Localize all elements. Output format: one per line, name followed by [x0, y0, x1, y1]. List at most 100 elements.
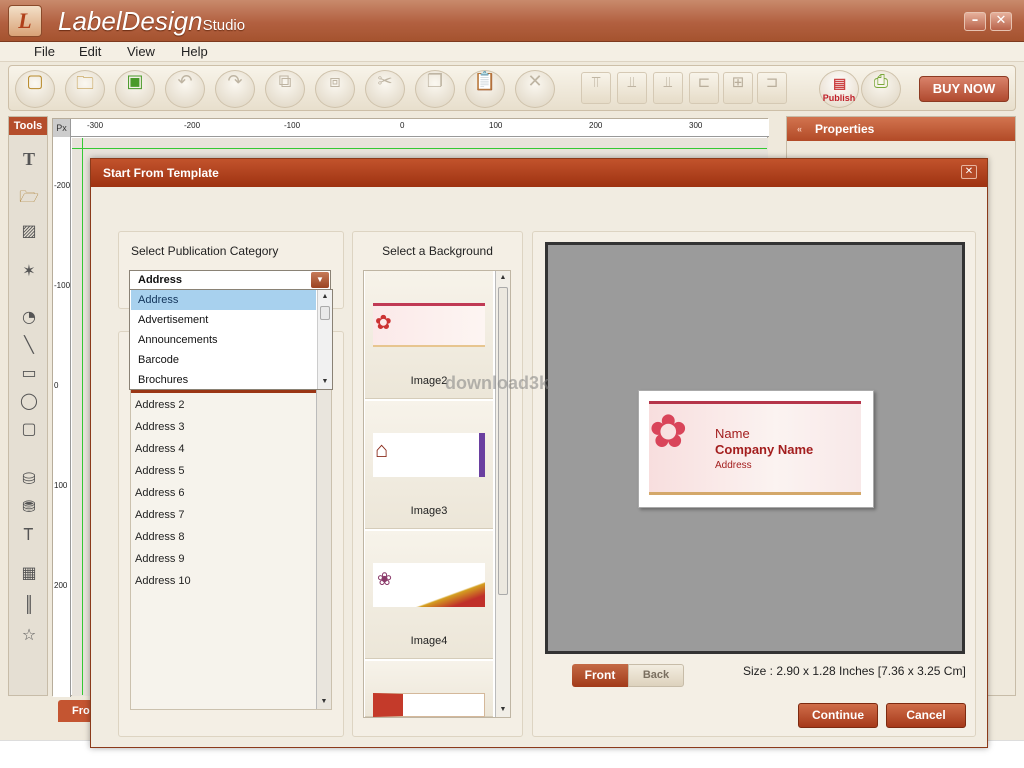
dropdown-option[interactable]: Advertisement: [131, 310, 316, 330]
continue-button[interactable]: Continue: [798, 703, 878, 728]
clipart-tool-icon[interactable]: ✶: [18, 261, 40, 281]
app-name-suffix: Studio: [202, 17, 246, 34]
list-item[interactable]: Address 6: [135, 487, 185, 499]
dropdown-option[interactable]: Address: [131, 290, 316, 310]
star-tool-icon[interactable]: ☆: [18, 625, 40, 645]
ruler-tick: -200: [184, 121, 201, 130]
calendar-tool-icon[interactable]: ▦: [18, 563, 40, 583]
scroll-up-icon[interactable]: ▲: [496, 271, 510, 284]
background-list-scrollbar[interactable]: ▲ ▼: [495, 271, 510, 717]
collapse-icon[interactable]: «: [797, 117, 802, 141]
scroll-thumb[interactable]: [320, 306, 330, 320]
align-center-icon[interactable]: ⊞: [723, 72, 753, 104]
text-tool-icon[interactable]: T: [18, 149, 40, 169]
label-background: ✿ Name Company Name Address: [649, 401, 861, 495]
open-folder-icon[interactable]: 🗀: [65, 70, 105, 108]
label-name: Name: [715, 426, 750, 441]
send-backward-icon[interactable]: ⧈: [315, 70, 355, 108]
align-top-icon[interactable]: ⫪: [581, 72, 611, 104]
scroll-down-icon[interactable]: ▼: [318, 375, 332, 388]
align-right-icon[interactable]: ⊐: [757, 72, 787, 104]
undo-icon[interactable]: ↶: [165, 70, 205, 108]
list-item[interactable]: Address 2: [135, 399, 185, 411]
redo-icon[interactable]: ↷: [215, 70, 255, 108]
dropdown-scrollbar[interactable]: ▲ ▼: [317, 290, 332, 389]
chevron-down-icon[interactable]: ▼: [311, 272, 329, 288]
guide-line-vertical[interactable]: [82, 138, 83, 695]
back-tab[interactable]: Back: [628, 664, 684, 687]
scroll-down-icon[interactable]: ▼: [496, 703, 510, 716]
background-list[interactable]: ✿ Image2 ⌂ Image3 ❀ Image4 ▲ ▼: [363, 270, 511, 718]
ruler-tick: -200: [54, 181, 71, 190]
text-field-tool-icon[interactable]: Ꭲ: [18, 525, 40, 545]
barcode-tool-icon[interactable]: ║: [18, 595, 40, 615]
background-thumbnail: ❀: [373, 563, 485, 607]
cancel-button[interactable]: Cancel: [886, 703, 966, 728]
ruler-tick: 100: [54, 481, 68, 490]
publish-icon: ▤: [833, 75, 847, 91]
front-side-tab[interactable]: Fro: [58, 700, 94, 722]
buy-now-button[interactable]: BUY NOW: [919, 76, 1009, 102]
background-item[interactable]: [365, 661, 493, 717]
app-title: LabelDesignStudio: [58, 6, 245, 37]
list-item[interactable]: Address 3: [135, 421, 185, 433]
shapes-tool-icon[interactable]: ◔: [18, 307, 40, 327]
list-item[interactable]: Address 9: [135, 553, 185, 565]
dialog-close-icon[interactable]: ✕: [961, 165, 977, 179]
cut-icon[interactable]: ✂: [365, 70, 405, 108]
list-item[interactable]: Address 8: [135, 531, 185, 543]
guide-line-horizontal[interactable]: [72, 148, 767, 149]
category-dropdown-list[interactable]: Address Advertisement Announcements Barc…: [129, 289, 333, 390]
align-left-icon[interactable]: ⊏: [689, 72, 719, 104]
list-item[interactable]: Address 5: [135, 465, 185, 477]
open-image-tool-icon[interactable]: 🗁: [18, 187, 40, 207]
menu-help[interactable]: Help: [181, 44, 208, 59]
bring-forward-icon[interactable]: ⧉: [265, 70, 305, 108]
ruler-tick: 200: [54, 581, 68, 590]
template-list-scrollbar[interactable]: ▼: [316, 389, 331, 709]
dropdown-option[interactable]: Brochures: [131, 370, 316, 390]
list-item[interactable]: Address 7: [135, 509, 185, 521]
dropdown-option[interactable]: Barcode: [131, 350, 316, 370]
close-button[interactable]: ✕: [990, 12, 1012, 31]
background-section: Select a Background ✿ Image2 ⌂ Image3 ❀ …: [352, 231, 523, 737]
paste-icon[interactable]: 📋: [465, 70, 505, 108]
ellipse-tool-icon[interactable]: ◯: [18, 391, 40, 411]
background-thumbnail: ✿: [373, 303, 485, 347]
background-item[interactable]: ❀ Image4: [365, 531, 493, 659]
delete-icon[interactable]: ✕: [515, 70, 555, 108]
tools-panel-title: Tools: [9, 117, 47, 135]
save-icon[interactable]: ▣: [115, 70, 155, 108]
align-middle-icon[interactable]: ⫫: [617, 72, 647, 104]
align-bottom-icon[interactable]: ⫫: [653, 72, 683, 104]
template-list[interactable]: Address 2 Address 3 Address 4 Address 5 …: [130, 388, 332, 710]
database-tool-icon[interactable]: ⛁: [18, 469, 40, 489]
rectangle-tool-icon[interactable]: ▭: [18, 363, 40, 383]
scroll-up-icon[interactable]: ▲: [318, 290, 332, 303]
list-item[interactable]: Address 10: [135, 575, 191, 587]
ruler-tick: 100: [489, 121, 503, 130]
properties-header[interactable]: « Properties: [787, 117, 1015, 141]
label-size-text: Size : 2.90 x 1.28 Inches [7.36 x 3.25 C…: [743, 664, 966, 678]
app-logo-icon: L: [8, 5, 42, 37]
background-item[interactable]: ⌂ Image3: [365, 401, 493, 529]
menu-file[interactable]: File: [34, 44, 55, 59]
menu-view[interactable]: View: [127, 44, 155, 59]
database-remove-tool-icon[interactable]: ⛃: [18, 497, 40, 517]
line-tool-icon[interactable]: ╲: [18, 335, 40, 355]
list-item[interactable]: Address 4: [135, 443, 185, 455]
scroll-down-icon[interactable]: ▼: [317, 695, 331, 708]
rounded-rect-tool-icon[interactable]: ▢: [18, 419, 40, 439]
picture-tool-icon[interactable]: ▨: [18, 221, 40, 241]
minimize-button[interactable]: –: [964, 12, 986, 31]
new-file-icon[interactable]: ▢: [15, 70, 55, 108]
category-select[interactable]: Address ▼: [129, 270, 331, 290]
copy-icon[interactable]: ❐: [415, 70, 455, 108]
publish-button[interactable]: ▤ Publish: [819, 70, 859, 108]
scroll-thumb[interactable]: [498, 287, 508, 595]
menu-edit[interactable]: Edit: [79, 44, 101, 59]
ruler-unit: Px: [53, 119, 71, 137]
dropdown-option[interactable]: Announcements: [131, 330, 316, 350]
print-icon[interactable]: ⎙: [861, 70, 901, 108]
front-tab[interactable]: Front: [572, 664, 628, 687]
